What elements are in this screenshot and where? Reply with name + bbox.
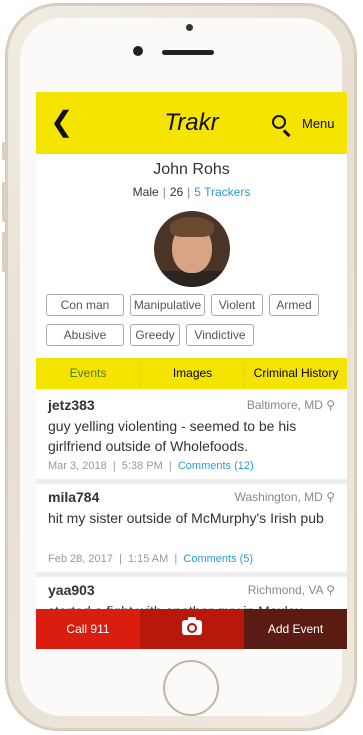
event-user[interactable]: yaa903: [48, 582, 95, 598]
event-date: Mar 3, 2018: [48, 460, 107, 472]
call-911-button[interactable]: Call 911: [36, 609, 140, 649]
tab-images[interactable]: Images: [140, 358, 244, 389]
app-screen: ❮ Trakr Menu John Rohs Male | 26 | 5 Tracker…: [36, 92, 347, 649]
mute-switch: [2, 142, 6, 160]
home-button[interactable]: [163, 660, 219, 716]
profile-age: 26: [169, 185, 184, 199]
event-item[interactable]: jetz383 Baltimore, MD ⚲ guy yelling viol…: [36, 397, 347, 479]
event-location: Richmond, VA ⚲: [248, 583, 335, 597]
tag[interactable]: Violent: [211, 294, 263, 316]
profile-name: John Rohs: [153, 161, 230, 178]
divider: [36, 572, 347, 577]
tag[interactable]: Manipulative: [130, 294, 205, 316]
event-description: guy yelling violenting - seemed to be hi…: [48, 418, 297, 454]
camera-icon: [182, 617, 202, 635]
camera-button[interactable]: [140, 609, 244, 649]
event-footer: Mar 3, 2018 | 5:38 PM | Comments (12): [48, 460, 254, 472]
profile-gender: Male: [132, 185, 159, 199]
tag[interactable]: Con man: [46, 294, 124, 316]
event-user[interactable]: mila784: [48, 489, 99, 505]
event-footer: Feb 28, 2017 | 1:15 AM | Comments (5): [48, 553, 254, 565]
proximity-sensor: [186, 24, 193, 31]
divider: |: [162, 185, 166, 199]
location-pin-icon: ⚲: [326, 398, 335, 412]
trackers-link[interactable]: 5 Trackers: [194, 185, 250, 199]
volume-up-button: [2, 182, 6, 222]
tag[interactable]: Abusive: [46, 324, 124, 346]
event-time: 5:38 PM: [121, 460, 163, 472]
comments-link[interactable]: Comments (5): [183, 553, 253, 565]
event-location-text: Washington, MD: [234, 490, 323, 504]
event-location-text: Richmond, VA: [247, 583, 323, 597]
tab-events[interactable]: Events: [36, 358, 140, 389]
earpiece-speaker: [162, 50, 214, 55]
location-pin-icon: ⚲: [326, 490, 335, 504]
profile-meta: Male | 26 | 5 Trackers: [36, 185, 347, 199]
event-location: Washington, MD ⚲: [235, 490, 335, 504]
volume-down-button: [2, 232, 6, 272]
avatar-shirt: [154, 271, 230, 287]
add-event-button[interactable]: Add Event: [244, 609, 347, 649]
tab-bar: Events Images Criminal History: [36, 358, 347, 389]
top-bar: ❮ Trakr Menu: [36, 92, 347, 154]
tab-criminal-history[interactable]: Criminal History: [243, 358, 347, 389]
bottom-action-bar: Call 911 Add Event: [36, 609, 347, 649]
event-description: hit my sister outside of McMurphy's Iris…: [48, 510, 324, 526]
event-date: Feb 28, 2017: [48, 553, 113, 565]
app-title: Trakr: [164, 109, 219, 136]
tag[interactable]: Greedy: [130, 324, 180, 346]
event-item[interactable]: mila784 Washington, MD ⚲ hit my sister o…: [36, 489, 347, 571]
front-camera: [133, 46, 143, 56]
avatar: [154, 211, 230, 287]
divider: |: [187, 185, 191, 199]
event-location: Baltimore, MD ⚲: [247, 398, 335, 412]
avatar-hair: [170, 217, 214, 237]
divider: [36, 479, 347, 484]
search-icon[interactable]: [272, 115, 286, 129]
comments-link[interactable]: Comments (12): [178, 460, 254, 472]
location-pin-icon: ⚲: [326, 583, 335, 597]
menu-button[interactable]: Menu: [302, 116, 335, 131]
event-time: 1:15 AM: [127, 553, 169, 565]
event-user[interactable]: jetz383: [48, 397, 95, 413]
tag[interactable]: Armed: [269, 294, 319, 316]
tag[interactable]: Vindictive: [186, 324, 254, 346]
event-location-text: Baltimore, MD: [246, 398, 323, 412]
